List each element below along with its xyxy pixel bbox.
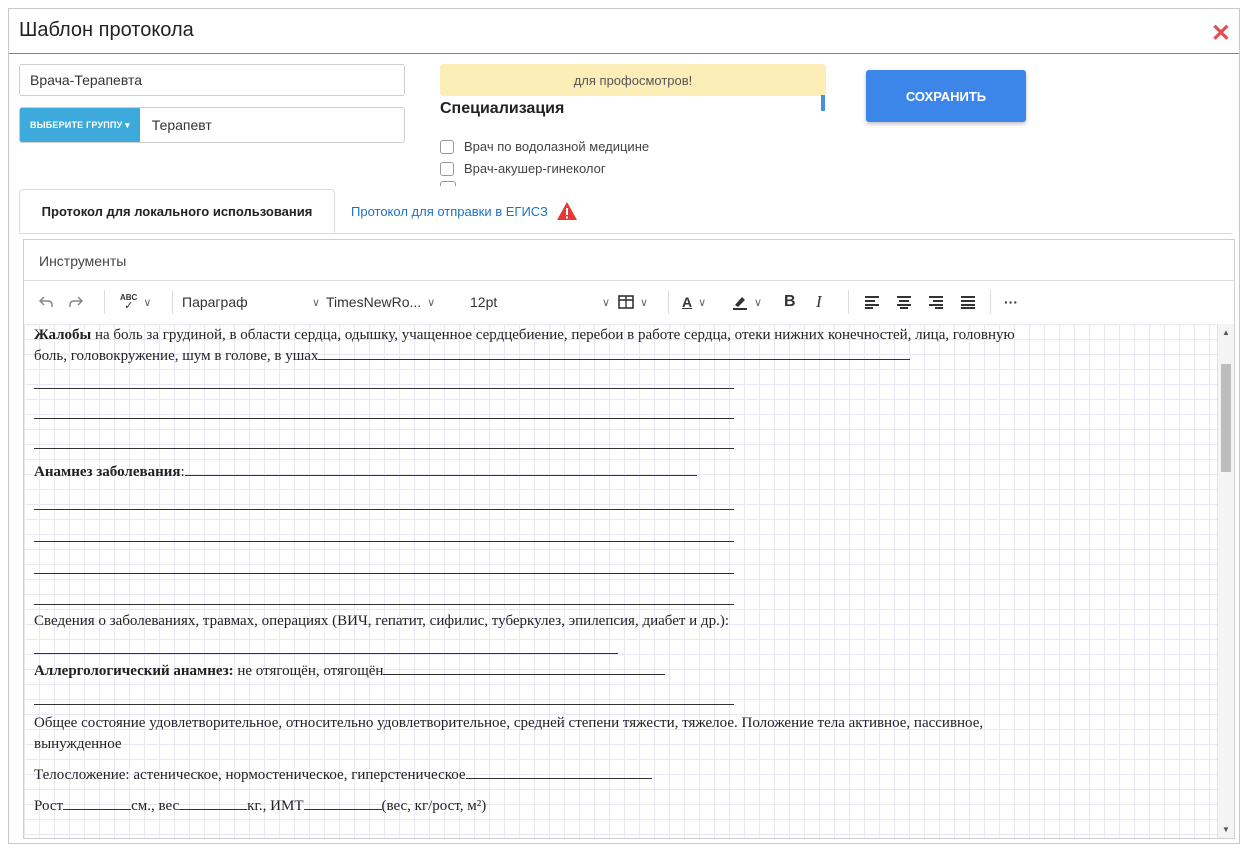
tab-label: Протокол для отправки в ЕГИСЗ xyxy=(351,203,548,219)
fill-line xyxy=(34,604,734,605)
measurements-line: Рост см., вес кг., ИМТ (вес, кг/рост, м²) xyxy=(34,798,486,815)
text-color-icon[interactable]: A ∨ xyxy=(682,280,706,324)
complaints-line-2: боль, головокружение, шум в голове, в уш… xyxy=(34,348,911,365)
template-name-input[interactable]: Врача-Терапевта xyxy=(19,64,405,96)
height-label: Рост xyxy=(34,798,64,814)
scrollbar-thumb[interactable] xyxy=(1221,364,1231,472)
spellcheck-icon[interactable]: ABC ✓ ∨ xyxy=(120,280,151,324)
fill-line xyxy=(34,388,734,389)
weight-unit: кг., ИМТ xyxy=(247,798,304,814)
fill-line xyxy=(34,509,734,510)
group-value-input[interactable]: Терапевт xyxy=(140,108,212,142)
fill-line xyxy=(34,418,734,419)
table-icon[interactable]: ∨ xyxy=(618,280,648,324)
checkbox[interactable] xyxy=(440,161,454,176)
fill-line xyxy=(383,674,666,675)
editor-scrollbar[interactable]: ▲ ▼ xyxy=(1217,324,1234,838)
checkbox[interactable] xyxy=(440,181,456,186)
align-center-icon[interactable] xyxy=(896,280,912,324)
tab-local-protocol[interactable]: Протокол для локального использования xyxy=(19,189,335,233)
editor-content[interactable]: Жалобы на боль за грудиной, в области се… xyxy=(24,324,1219,838)
fill-line xyxy=(318,359,911,360)
group-selector: ВЫБЕРИТЕ ГРУППУ ▾ Терапевт xyxy=(19,107,405,143)
fill-line xyxy=(34,653,618,654)
save-button[interactable]: СОХРАНИТЬ xyxy=(866,70,1026,122)
dialog-header: Шаблон протокола ✕ xyxy=(9,9,1239,54)
tools-menu[interactable]: Инструменты xyxy=(39,253,126,269)
block-format-select[interactable]: Параграф xyxy=(182,280,248,324)
chevron-down-icon[interactable]: ∨ xyxy=(306,280,320,324)
align-right-icon[interactable] xyxy=(928,280,944,324)
fill-line xyxy=(34,573,734,574)
dialog-title: Шаблон протокола xyxy=(19,19,194,41)
font-size-value: 12pt xyxy=(470,294,498,310)
close-icon[interactable]: ✕ xyxy=(1211,22,1231,46)
align-left-icon[interactable] xyxy=(864,280,880,324)
fill-line xyxy=(465,778,652,779)
font-size-select[interactable]: 12pt xyxy=(470,280,497,324)
tab-egisz-protocol[interactable]: Протокол для отправки в ЕГИСЗ xyxy=(351,189,578,233)
block-format-value: Параграф xyxy=(182,294,248,310)
diseases-text: Сведения о заболеваниях, травмах, операц… xyxy=(34,613,729,629)
fill-line xyxy=(34,704,734,705)
rich-text-editor: Инструменты ABC ✓ ∨ Параграф ∨ TimesNewR… xyxy=(23,239,1235,839)
bold-button[interactable]: B xyxy=(784,280,796,324)
tab-label: Протокол для локального использования xyxy=(41,203,313,219)
complaints-text-2: боль, головокружение, шум в голове, в уш… xyxy=(34,348,319,364)
specialization-item-label: Врач-акушер-гинеколог xyxy=(464,161,606,176)
allergy-line: Аллергологический анамнез: не отягощён, … xyxy=(34,663,666,680)
specialization-item-label: Врач по водолазной медицине xyxy=(464,139,650,154)
general-state-line-2: вынужденное xyxy=(34,736,122,753)
height-unit: см., вес xyxy=(131,798,180,814)
specialization-title: Специализация xyxy=(440,100,565,117)
editor-toolbar: ABC ✓ ∨ Параграф ∨ TimesNewRo... ∨ 12pt … xyxy=(24,280,1234,325)
more-options-icon[interactable]: ··· xyxy=(1004,280,1018,324)
complaints-label: Жалобы xyxy=(34,327,92,343)
scroll-down-icon[interactable]: ▼ xyxy=(1222,825,1230,834)
editor-menubar: Инструменты xyxy=(24,240,1234,281)
align-justify-icon[interactable] xyxy=(960,280,976,324)
fill-line xyxy=(63,809,132,810)
fill-line xyxy=(303,809,382,810)
chevron-down-icon[interactable]: ∨ xyxy=(596,280,610,324)
general-state-line: Общее состояние удовлетворительное, отно… xyxy=(34,715,983,732)
fill-line xyxy=(179,809,248,810)
allergy-label: Аллергологический анамнез: xyxy=(34,663,234,679)
complaints-line: Жалобы на боль за грудиной, в области се… xyxy=(34,327,1015,344)
select-group-button[interactable]: ВЫБЕРИТЕ ГРУППУ ▾ xyxy=(20,108,140,142)
redo-icon[interactable] xyxy=(68,280,84,324)
diseases-line: Сведения о заболеваниях, травмах, операц… xyxy=(34,613,729,630)
fill-line xyxy=(34,541,734,542)
anamnesis-suffix: : xyxy=(180,464,185,480)
general-state-text: Общее состояние удовлетворительное, отно… xyxy=(34,715,984,731)
fill-line xyxy=(34,448,734,449)
protocol-tabs: Протокол для локального использования Пр… xyxy=(19,189,1231,234)
body-type-text: Телосложение: астеническое, нормостениче… xyxy=(34,767,466,783)
allergy-text: не отягощён, отягощён xyxy=(233,663,384,679)
undo-icon[interactable] xyxy=(38,280,54,324)
anamnesis-line: Анамнез заболевания: xyxy=(34,464,697,481)
font-family-value: TimesNewRo... xyxy=(326,294,422,310)
body-type-line: Телосложение: астеническое, нормостениче… xyxy=(34,767,652,784)
bmi-unit: (вес, кг/рост, м²) xyxy=(381,798,487,814)
checkbox[interactable] xyxy=(440,139,454,154)
italic-button[interactable]: I xyxy=(816,280,822,324)
anamnesis-label: Анамнез заболевания xyxy=(34,464,181,480)
complaints-text: на боль за грудиной, в области сердца, о… xyxy=(91,327,1015,343)
specialization-item[interactable]: Врач-акушер-гинеколог xyxy=(440,161,606,176)
general-state-text-2: вынужденное xyxy=(34,736,122,752)
highlight-icon[interactable]: ∨ xyxy=(732,280,762,324)
warning-icon xyxy=(556,202,577,220)
protocol-template-dialog: Шаблон протокола ✕ Врача-Терапевта ВЫБЕР… xyxy=(8,8,1240,844)
font-family-select[interactable]: TimesNewRo... ∨ xyxy=(326,280,435,324)
fill-line xyxy=(184,475,697,476)
specialization-scrollbar[interactable] xyxy=(821,95,825,111)
note-banner: для профосмотров! xyxy=(440,64,826,96)
scroll-up-icon[interactable]: ▲ xyxy=(1222,328,1230,337)
text-color-glyph: A xyxy=(682,294,693,310)
specialization-item[interactable]: Врач по водолазной медицине xyxy=(440,139,649,154)
